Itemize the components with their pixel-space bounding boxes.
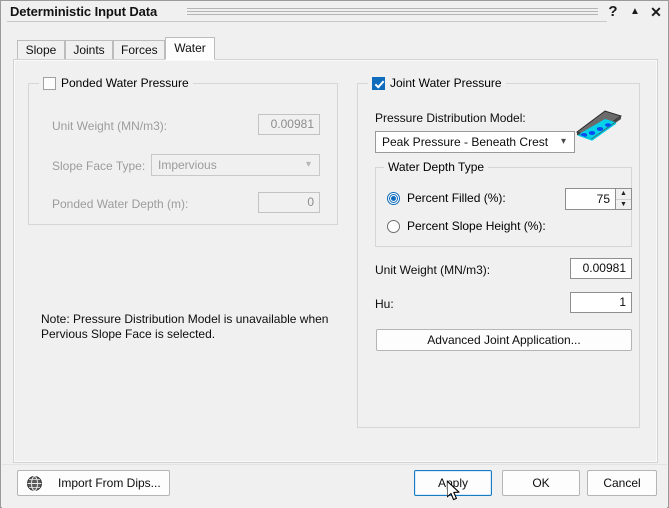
tab-water[interactable]: Water <box>165 37 215 60</box>
ponded-slope-face-type-select[interactable]: Impervious ▾ <box>151 154 320 176</box>
title-bar: Deterministic Input Data ? ▲ ✕ <box>1 1 668 23</box>
joint-water-pressure-label: Joint Water Pressure <box>390 76 502 90</box>
water-tab-panel: Ponded Water Pressure Unit Weight (MN/m3… <box>13 59 658 463</box>
title-decoration-lines <box>187 8 598 15</box>
help-icon[interactable]: ? <box>604 3 622 21</box>
title-underline <box>7 21 607 22</box>
pressure-distribution-model-select[interactable]: Peak Pressure - Beneath Crest ▾ <box>375 131 575 153</box>
ponded-water-pressure-checkbox[interactable] <box>43 76 56 90</box>
hu-input[interactable]: 1 <box>570 292 632 313</box>
spinner-up-icon[interactable]: ▲ <box>616 189 631 200</box>
joint-water-pressure-checkbox[interactable] <box>372 76 385 90</box>
percent-filled-label: Percent Filled (%): <box>407 191 506 205</box>
import-from-dips-label: Import From Dips... <box>58 476 161 490</box>
water-depth-type-legend: Water Depth Type <box>384 160 489 174</box>
globe-icon <box>27 476 42 491</box>
hu-label: Hu: <box>375 297 394 311</box>
apply-button[interactable]: Apply <box>414 470 492 496</box>
joint-unit-weight-input[interactable]: 0.00981 <box>570 258 632 279</box>
ponded-slope-face-type-label: Slope Face Type: <box>52 159 146 173</box>
percent-filled-input[interactable]: 75 <box>565 188 615 210</box>
chevron-down-icon: ▾ <box>305 159 311 170</box>
percent-filled-radio-marker[interactable] <box>387 191 400 205</box>
close-icon[interactable]: ✕ <box>647 3 665 21</box>
tab-joints[interactable]: Joints <box>65 40 113 59</box>
advanced-joint-application-button[interactable]: Advanced Joint Application... <box>376 329 632 351</box>
percent-slope-height-label: Percent Slope Height (%): <box>407 219 546 233</box>
window-title: Deterministic Input Data <box>10 4 158 19</box>
tab-slope[interactable]: Slope <box>17 40 65 59</box>
rollup-icon[interactable]: ▲ <box>626 3 644 21</box>
cancel-button[interactable]: Cancel <box>587 470 657 496</box>
percent-filled-spinner[interactable]: 75 ▲ ▼ <box>565 188 632 210</box>
ponded-unit-weight-input[interactable]: 0.00981 <box>258 114 320 135</box>
ok-button[interactable]: OK <box>502 470 580 496</box>
spinner-down-icon[interactable]: ▼ <box>616 200 631 210</box>
ponded-water-depth-input[interactable]: 0 <box>258 192 320 213</box>
joint-unit-weight-label: Unit Weight (MN/m3): <box>375 263 491 277</box>
water-depth-type-group: Water Depth Type Percent Filled (%): 75 … <box>375 160 632 247</box>
radio-percent-slope-height[interactable]: Percent Slope Height (%): <box>387 219 546 233</box>
ponded-water-pressure-legend: Ponded Water Pressure <box>39 76 193 90</box>
tab-forces[interactable]: Forces <box>113 40 165 59</box>
joint-water-pressure-legend: Joint Water Pressure <box>368 76 506 90</box>
percent-slope-height-radio-marker[interactable] <box>387 219 400 233</box>
pressure-distribution-model-label: Pressure Distribution Model: <box>375 111 526 125</box>
radio-percent-filled[interactable]: Percent Filled (%): <box>387 191 506 205</box>
ponded-slope-face-type-value: Impervious <box>158 158 217 172</box>
ponded-water-depth-label: Ponded Water Depth (m): <box>52 197 189 211</box>
deterministic-input-data-dialog: Deterministic Input Data ? ▲ ✕ Slope Joi… <box>0 0 669 508</box>
pressure-model-note: Note: Pressure Distribution Model is una… <box>41 312 329 341</box>
pressure-distribution-model-value: Peak Pressure - Beneath Crest <box>382 135 549 149</box>
ponded-water-pressure-label: Ponded Water Pressure <box>61 76 189 90</box>
wedge-water-pressure-icon <box>575 110 623 141</box>
chevron-down-icon: ▾ <box>560 136 566 147</box>
ponded-water-pressure-group: Ponded Water Pressure Unit Weight (MN/m3… <box>28 76 338 225</box>
dialog-footer: Import From Dips... Apply OK Cancel <box>2 464 667 508</box>
percent-filled-spin-buttons[interactable]: ▲ ▼ <box>615 188 632 210</box>
ponded-unit-weight-label: Unit Weight (MN/m3): <box>52 119 168 133</box>
